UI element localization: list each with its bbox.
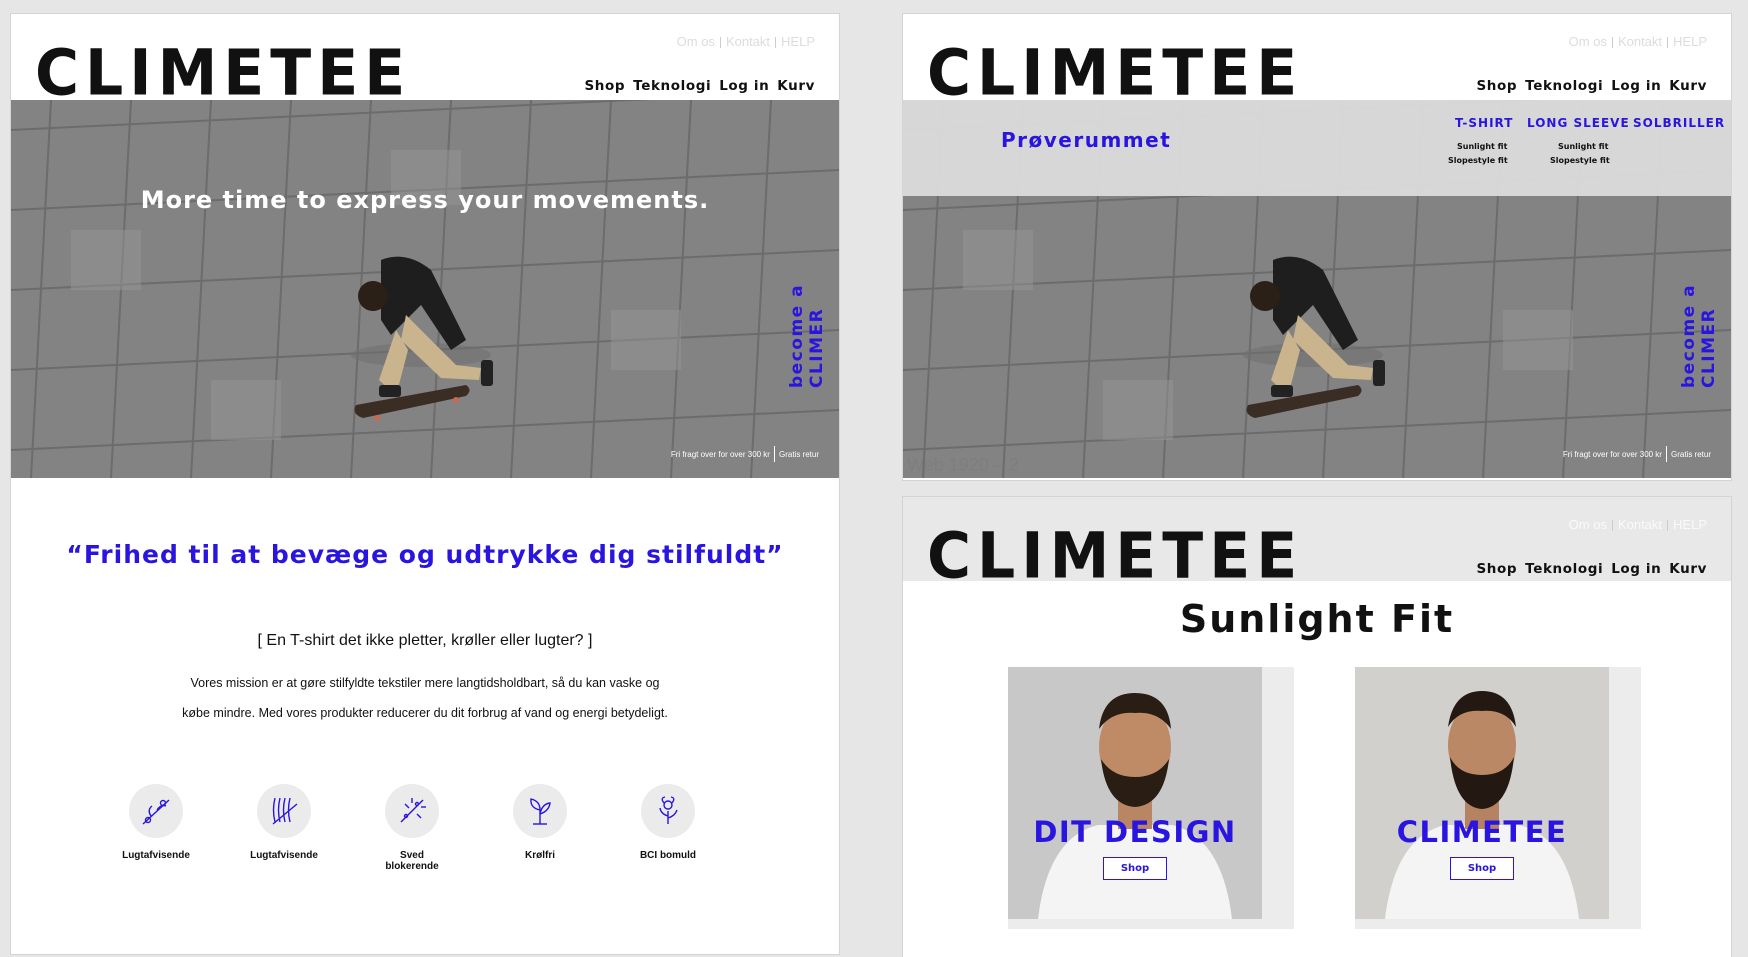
- about-link[interactable]: Om os: [1569, 517, 1607, 532]
- nav-technology[interactable]: Teknologi: [1525, 78, 1603, 94]
- divider: [1667, 520, 1669, 532]
- nav-login[interactable]: Log in: [1611, 561, 1661, 577]
- divider: [1611, 520, 1613, 532]
- brand-quote: “Frihed til at bevæge og udtrykke dig st…: [66, 540, 784, 569]
- menu-long-sleeve[interactable]: LONG SLEEVE: [1527, 116, 1630, 130]
- become-climer-link[interactable]: become a CLIMER: [1679, 220, 1719, 388]
- free-shipping-text: Fri fragt over for over 300 kr: [1562, 449, 1662, 459]
- help-link[interactable]: HELP: [1673, 517, 1707, 532]
- feature-label: Lugtafvisende: [250, 850, 318, 861]
- help-link[interactable]: HELP: [1673, 34, 1707, 49]
- help-link[interactable]: HELP: [781, 34, 815, 49]
- nav-shop[interactable]: Shop: [1476, 78, 1517, 94]
- feature-item: Sved blokerende: [375, 784, 449, 872]
- product-title: Sunlight Fit: [1179, 597, 1455, 641]
- feature-item: Krølfri: [503, 784, 577, 872]
- feature-item: BCI bomuld: [631, 784, 705, 872]
- skateboarder-hero-image: [11, 100, 839, 478]
- mission-text: Vores mission er at gøre stilfyldte teks…: [161, 668, 689, 728]
- shipping-info: Fri fragt over for over 300 kr Gratis re…: [1563, 446, 1711, 462]
- dropdown-title[interactable]: Prøverummet: [1001, 128, 1171, 152]
- nav-login[interactable]: Log in: [719, 78, 769, 94]
- shop-button[interactable]: Shop: [1450, 857, 1514, 880]
- top-utility-nav: Om os Kontakt HELP: [677, 34, 815, 49]
- main-nav: Shop Teknologi Log in Kurv: [1476, 561, 1707, 577]
- sparkle-icon: [385, 784, 439, 838]
- home-page-frame: CLIMETEE Om os Kontakt HELP Shop Teknologi…: [11, 14, 839, 954]
- mission-line: Vores mission er at gøre stilfyldte teks…: [190, 676, 660, 690]
- product-page-frame: CLIMETEE Om os Kontakt HELP Shop Teknologi…: [903, 497, 1731, 957]
- divider: [1665, 446, 1667, 462]
- design-overlay-text: CLIMETEE: [1396, 815, 1568, 849]
- hero-headline: More time to express your movements.: [140, 186, 710, 214]
- menu-sunglasses[interactable]: SOLBRILLER: [1633, 116, 1725, 130]
- submenu-longsleeve-sunlight[interactable]: Sunlight fit: [1558, 142, 1608, 151]
- brand-logo[interactable]: CLIMETEE: [927, 42, 1303, 105]
- feature-label: Sved blokerende: [385, 850, 439, 872]
- nav-shop[interactable]: Shop: [1476, 561, 1517, 577]
- submenu-tshirt-slopestyle[interactable]: Slopestyle fit: [1448, 156, 1508, 165]
- top-utility-nav: Om os Kontakt HELP: [1569, 34, 1707, 49]
- feature-item: Lugtafvisende: [119, 784, 193, 872]
- mission-line: købe mindre. Med vores produkter reducer…: [182, 706, 668, 720]
- nav-shop[interactable]: Shop: [584, 78, 625, 94]
- brand-logo[interactable]: CLIMETEE: [927, 525, 1303, 588]
- nav-cart[interactable]: Kurv: [1669, 78, 1707, 94]
- contact-link[interactable]: Kontakt: [726, 34, 770, 49]
- become-climer-link[interactable]: become a CLIMER: [787, 220, 827, 388]
- hero-section: become a CLIMER Fri fragt over for over …: [11, 100, 839, 478]
- free-shipping-text: Fri fragt over for over 300 kr: [670, 449, 770, 459]
- product-card[interactable]: CLIMETEE Shop: [1355, 667, 1641, 929]
- brand-logo[interactable]: CLIMETEE: [35, 42, 411, 105]
- shop-button[interactable]: Shop: [1103, 857, 1167, 880]
- contact-link[interactable]: Kontakt: [1618, 517, 1662, 532]
- leaf-icon: [513, 784, 567, 838]
- top-utility-nav: Om os Kontakt HELP: [1569, 517, 1707, 532]
- menu-tshirt[interactable]: T-SHIRT: [1455, 116, 1513, 130]
- model-photo: [1355, 667, 1609, 919]
- divider: [773, 446, 775, 462]
- feature-item: Lugtafvisende: [247, 784, 321, 872]
- model-photo: [1008, 667, 1262, 919]
- divider: [775, 37, 777, 49]
- divider: [719, 37, 721, 49]
- free-return-text: Gratis retur: [1670, 449, 1711, 459]
- feature-list: Lugtafvisende Lugtafvisende Sved blokere…: [119, 784, 705, 872]
- about-link[interactable]: Om os: [1569, 34, 1607, 49]
- fibers-icon: [257, 784, 311, 838]
- shop-dropdown-menu: Prøverummet T-SHIRT LONG SLEEVE SOLBRILL…: [903, 100, 1731, 196]
- about-link[interactable]: Om os: [677, 34, 715, 49]
- design-overlay-text: DIT DESIGN: [1033, 815, 1237, 849]
- nav-technology[interactable]: Teknologi: [633, 78, 711, 94]
- nav-technology[interactable]: Teknologi: [1525, 561, 1603, 577]
- feature-label: BCI bomuld: [639, 850, 697, 861]
- question-heading: [ En T-shirt det ikke pletter, krøller e…: [257, 632, 593, 649]
- submenu-longsleeve-slopestyle[interactable]: Slopestyle fit: [1550, 156, 1610, 165]
- submenu-tshirt-sunlight[interactable]: Sunlight fit: [1457, 142, 1507, 151]
- nav-cart[interactable]: Kurv: [1669, 561, 1707, 577]
- product-card[interactable]: DIT DESIGN Shop: [1008, 667, 1294, 929]
- divider: [1611, 37, 1613, 49]
- contact-link[interactable]: Kontakt: [1618, 34, 1662, 49]
- frame-label: Web 1920 – 2: [907, 455, 1019, 475]
- feature-label: Lugtafvisende: [122, 850, 190, 861]
- dropdown-page-frame: CLIMETEE Om os Kontakt HELP Shop Teknologi…: [903, 14, 1731, 480]
- main-nav: Shop Teknologi Log in Kurv: [1476, 78, 1707, 94]
- divider: [1667, 37, 1669, 49]
- nav-login[interactable]: Log in: [1611, 78, 1661, 94]
- shipping-info: Fri fragt over for over 300 kr Gratis re…: [671, 446, 819, 462]
- feature-label: Krølfri: [525, 850, 555, 861]
- branch-icon: [129, 784, 183, 838]
- main-nav: Shop Teknologi Log in Kurv: [584, 78, 815, 94]
- nav-cart[interactable]: Kurv: [777, 78, 815, 94]
- flower-icon: [641, 784, 695, 838]
- free-return-text: Gratis retur: [778, 449, 819, 459]
